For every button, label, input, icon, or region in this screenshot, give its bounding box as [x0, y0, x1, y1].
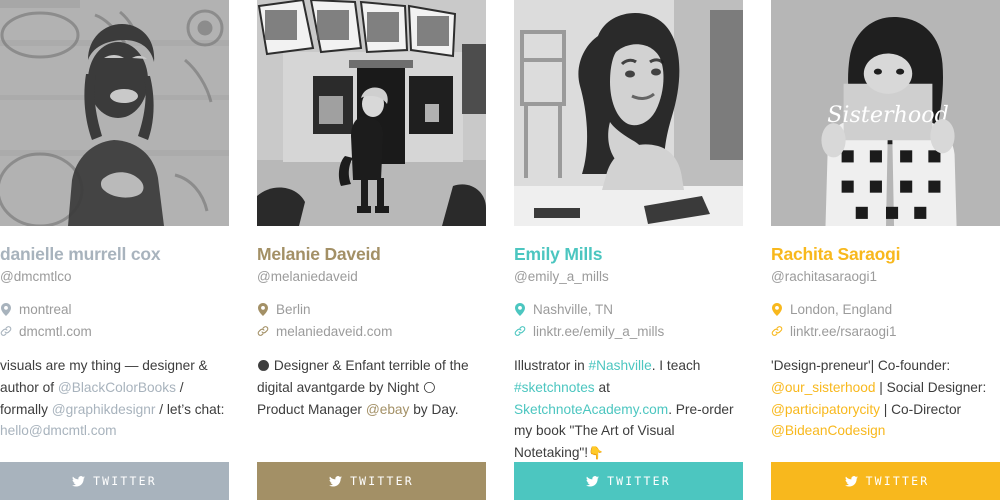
link-icon — [771, 321, 783, 337]
profile-website-row[interactable]: melaniedaveid.com — [257, 321, 486, 343]
profile-location-row: Nashville, TN — [514, 299, 743, 321]
twitter-button[interactable]: Twitter — [0, 462, 229, 500]
profile-handle[interactable]: @melaniedaveid — [257, 268, 486, 286]
profile-name: danielle murrell cox — [0, 244, 161, 264]
map-pin-icon — [771, 299, 783, 316]
profile-handle[interactable]: @rachitasaraogi1 — [771, 268, 1000, 286]
bio-text: 'Design-preneur'| Co-founder: — [771, 358, 951, 374]
twitter-button-label: Twitter — [350, 474, 414, 488]
profile-website-row[interactable]: dmcmtl.com — [0, 321, 229, 343]
profile-handle[interactable]: @dmcmtlco — [0, 268, 229, 286]
twitter-button[interactable]: Twitter — [257, 462, 486, 500]
bio-emoji: 🌕 — [422, 380, 436, 396]
twitter-button[interactable]: Twitter — [771, 462, 1000, 500]
profile-card: Emily Mills @emily_a_mills Nashville, TN… — [514, 0, 743, 500]
bio-text: Product Manager — [257, 401, 366, 417]
profile-photo — [514, 0, 743, 226]
profile-photo — [257, 0, 486, 226]
bio-text: Illustrator in — [514, 358, 589, 374]
bio-mention-link[interactable]: @graphikdesignr — [52, 402, 156, 417]
profile-website[interactable]: linktr.ee/emily_a_mills — [533, 321, 664, 343]
bio-emoji: 🌑 — [257, 358, 271, 374]
profile-name: Rachita Saraogi — [771, 244, 901, 264]
link-icon — [257, 321, 269, 337]
profile-bio: 🌑 Designer & Enfant terrible of the digi… — [257, 355, 486, 420]
bio-mention-link[interactable]: hello@dmcmtl.com — [0, 423, 117, 438]
twitter-button-label: Twitter — [607, 474, 671, 488]
bio-mention-link[interactable]: #sketchnotes — [514, 380, 595, 395]
bio-emoji: 👇 — [588, 444, 604, 460]
profile-body: Melanie Daveid @melaniedaveid Berlin mel… — [257, 226, 486, 500]
profile-card: Melanie Daveid @melaniedaveid Berlin mel… — [257, 0, 486, 500]
profile-bio: visuals are my thing — designer & author… — [0, 355, 229, 442]
map-pin-icon — [257, 299, 269, 316]
map-pin-icon — [514, 299, 526, 316]
profile-location-row: London, England — [771, 299, 1000, 321]
link-icon — [0, 321, 12, 337]
profile-card: Sisterhood Rachita Saraogi @rachitasarao… — [771, 0, 1000, 500]
map-pin-icon — [0, 299, 12, 316]
twitter-button-label: Twitter — [865, 474, 930, 488]
profile-website[interactable]: melaniedaveid.com — [276, 321, 392, 343]
bio-mention-link[interactable]: @BlackColorBooks — [58, 380, 176, 395]
bio-mention-link[interactable]: @our_sisterhood — [771, 380, 875, 395]
profile-body: Emily Mills @emily_a_mills Nashville, TN… — [514, 226, 743, 500]
bio-mention-link[interactable]: @ebay — [366, 402, 410, 417]
profile-card: danielle murrell cox @dmcmtlco montreal … — [0, 0, 229, 500]
profile-location: London, England — [790, 301, 893, 317]
profile-location: montreal — [19, 301, 72, 317]
profile-name: Melanie Daveid — [257, 244, 381, 264]
twitter-button[interactable]: Twitter — [514, 462, 743, 500]
bio-text: Designer & Enfant terrible of the digita… — [257, 358, 469, 396]
profile-photo: Sisterhood — [771, 0, 1000, 226]
profile-website[interactable]: linktr.ee/rsaraogi1 — [790, 321, 897, 343]
profile-body: danielle murrell cox @dmcmtlco montreal … — [0, 226, 229, 500]
twitter-bird-icon — [586, 475, 600, 487]
bio-text: at — [594, 380, 610, 396]
profile-handle[interactable]: @emily_a_mills — [514, 268, 743, 286]
bio-text: by Day. — [409, 401, 459, 417]
profile-location-row: Berlin — [257, 299, 486, 321]
svg-text:Sisterhood: Sisterhood — [827, 102, 949, 128]
bio-text: / let’s chat: — [155, 401, 225, 417]
bio-text: | Social Designer: — [875, 380, 987, 396]
twitter-bird-icon — [72, 475, 86, 487]
link-icon — [514, 321, 526, 337]
profile-photo — [0, 0, 229, 226]
bio-text: . I teach — [651, 358, 701, 374]
twitter-bird-icon — [844, 475, 858, 487]
bio-mention-link[interactable]: @participatorycity — [771, 402, 880, 417]
profile-card-grid: danielle murrell cox @dmcmtlco montreal … — [0, 0, 1000, 500]
profile-bio: 'Design-preneur'| Co-founder: @our_siste… — [771, 355, 1000, 442]
profile-website-row[interactable]: linktr.ee/emily_a_mills — [514, 321, 743, 343]
bio-text: | Co-Director — [879, 401, 962, 417]
twitter-button-label: Twitter — [93, 474, 157, 488]
profile-body: Rachita Saraogi @rachitasaraogi1 London,… — [771, 226, 1000, 500]
bio-mention-link[interactable]: SketchnoteAcademy.com — [514, 402, 668, 417]
profile-website-row[interactable]: linktr.ee/rsaraogi1 — [771, 321, 1000, 343]
profile-location: Nashville, TN — [533, 301, 614, 317]
profile-name: Emily Mills — [514, 244, 603, 264]
profile-bio: Illustrator in #Nashville. I teach #sket… — [514, 355, 743, 463]
bio-mention-link[interactable]: @BideanCodesign — [771, 423, 885, 438]
twitter-bird-icon — [329, 475, 343, 487]
bio-mention-link[interactable]: #Nashville — [589, 358, 652, 373]
profile-website[interactable]: dmcmtl.com — [19, 321, 92, 343]
profile-location: Berlin — [276, 301, 311, 317]
profile-location-row: montreal — [0, 299, 229, 321]
